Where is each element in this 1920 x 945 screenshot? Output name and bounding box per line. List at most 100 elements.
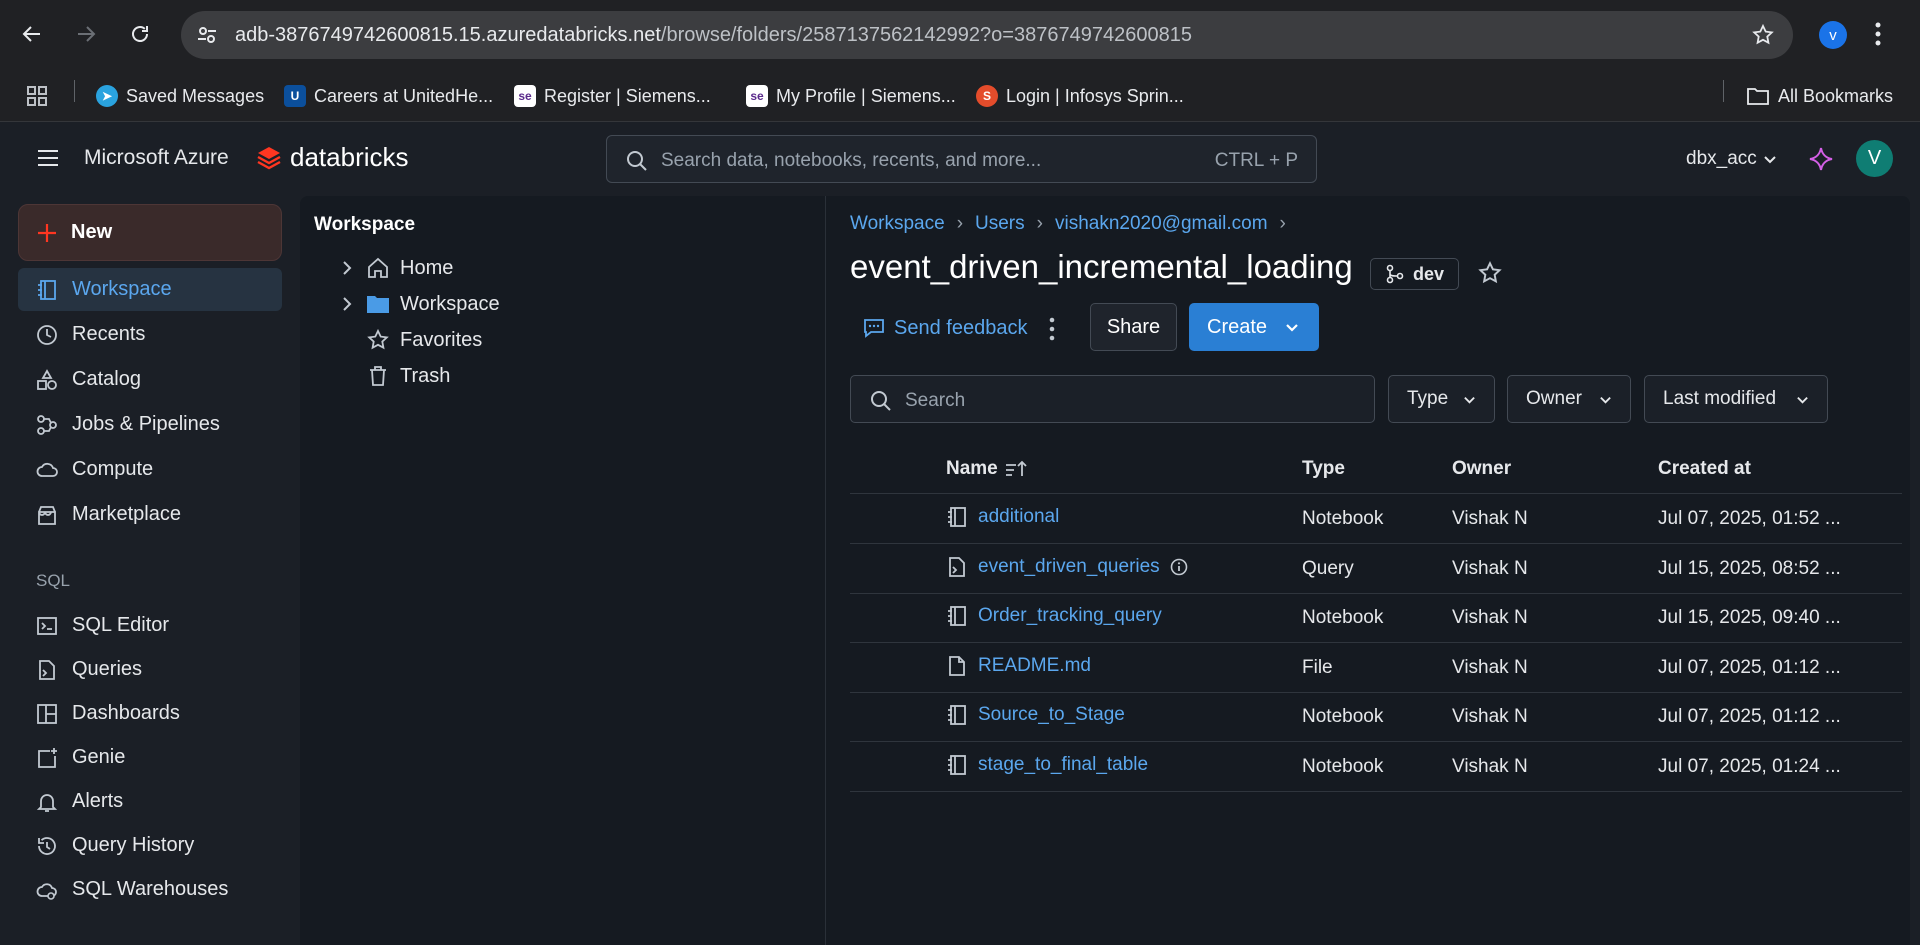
last-modified-dropdown[interactable]: Last modified (1644, 375, 1828, 423)
browser-toolbar: adb-3876749742600815.15.azuredatabricks.… (0, 0, 1920, 70)
tree-item-favorites[interactable]: Favorites (338, 324, 482, 356)
notebook-icon (946, 704, 968, 726)
sidebar-item-sql-warehouses[interactable]: SQL Warehouses (18, 868, 282, 911)
table-row[interactable]: Source_to_Stage Notebook Vishak N Jul 07, 2… (850, 692, 1902, 742)
column-created-at[interactable]: Created at (1658, 458, 1751, 480)
global-search-input[interactable]: Search data, notebooks, recents, and mor… (606, 135, 1317, 183)
share-button[interactable]: Share (1090, 303, 1177, 351)
git-branch-button[interactable]: dev (1370, 258, 1460, 290)
all-bookmarks-button[interactable]: All Bookmarks (1746, 80, 1893, 112)
reload-button[interactable] (124, 18, 156, 50)
more-options-icon[interactable] (1048, 316, 1056, 342)
bookmark-infosys[interactable]: S Login | Infosys Sprin... (976, 80, 1184, 112)
chevron-down-icon (1600, 396, 1611, 404)
user-avatar[interactable]: V (1856, 140, 1893, 177)
sidebar-item-recents[interactable]: Recents (18, 313, 282, 356)
forward-button[interactable] (70, 18, 102, 50)
plus-icon (38, 223, 56, 242)
table-row[interactable]: event_driven_queries Query Vishak N Jul 15,… (850, 544, 1902, 594)
breadcrumb-workspace[interactable]: Workspace (850, 213, 945, 235)
table-row[interactable]: stage_to_final_table Notebook Vishak N Jul … (850, 742, 1902, 792)
item-created-cell: Jul 07, 2025, 01:52 ... (1658, 508, 1841, 529)
breadcrumb-user-folder[interactable]: vishakn2020@gmail.com (1055, 213, 1268, 235)
tree-item-home[interactable]: Home (338, 252, 453, 284)
item-link[interactable]: Source_to_Stage (978, 704, 1125, 726)
table-row[interactable]: README.md File Vishak N Jul 07, 2025, 01:12… (850, 643, 1902, 693)
item-created-cell: Jul 15, 2025, 08:52 ... (1658, 557, 1841, 579)
column-owner[interactable]: Owner (1452, 458, 1511, 480)
address-bar[interactable]: adb-3876749742600815.15.azuredatabricks.… (181, 11, 1793, 59)
chevron-down-icon (1286, 324, 1298, 332)
folder-search-input[interactable]: Search (850, 375, 1375, 423)
item-link[interactable]: event_driven_queries (978, 556, 1160, 578)
search-icon (625, 149, 649, 173)
assistant-sparkle-icon[interactable] (1808, 146, 1834, 172)
infosys-icon: S (976, 85, 998, 107)
sidebar-item-catalog[interactable]: Catalog (18, 358, 282, 401)
bookmark-siemens-profile[interactable]: se My Profile | Siemens... (746, 80, 956, 112)
back-button[interactable] (16, 18, 48, 50)
item-owner-cell: Vishak N (1452, 508, 1528, 529)
dashboard-icon (37, 703, 57, 724)
tree-item-workspace[interactable]: Workspace (338, 288, 500, 320)
column-type[interactable]: Type (1302, 458, 1345, 480)
reload-icon (132, 26, 148, 42)
browser-menu-icon[interactable] (1874, 20, 1882, 48)
item-created-cell: Jul 07, 2025, 01:12 ... (1658, 656, 1841, 678)
sidebar-item-workspace[interactable]: Workspace (18, 268, 282, 311)
favorite-star-icon[interactable] (1477, 260, 1503, 286)
breadcrumb-separator: › (1279, 213, 1286, 234)
tree-item-trash[interactable]: Trash (338, 360, 450, 392)
new-button[interactable]: New (18, 204, 282, 261)
store-icon (38, 505, 56, 525)
table-row[interactable]: Order_tracking_query Notebook Vishak N Jul … (850, 593, 1902, 643)
sort-ascending-icon[interactable] (1004, 459, 1028, 479)
sidebar-item-queries[interactable]: Queries (18, 648, 282, 691)
item-type-cell: Notebook (1302, 706, 1384, 727)
brand-microsoft-azure[interactable]: Microsoft Azure (84, 146, 229, 170)
sidebar-item-sql-editor[interactable]: SQL Editor (18, 604, 282, 647)
info-icon[interactable] (1170, 558, 1188, 576)
create-button[interactable]: Create (1189, 303, 1319, 351)
item-type-cell: Query (1302, 557, 1354, 579)
databricks-logo[interactable]: databricks (256, 142, 409, 173)
bookmark-unitedhealth[interactable]: U Careers at UnitedHe... (284, 80, 493, 112)
browser-profile-avatar[interactable]: v (1819, 21, 1847, 49)
sidebar-item-query-history[interactable]: Query History (18, 824, 282, 867)
chevron-down-icon (1797, 396, 1808, 404)
item-owner-cell: Vishak N (1452, 656, 1528, 678)
owner-filter-dropdown[interactable]: Owner (1507, 375, 1631, 423)
apps-button[interactable] (26, 80, 48, 112)
item-link[interactable]: README.md (978, 655, 1091, 677)
sidebar-item-marketplace[interactable]: Marketplace (18, 493, 282, 536)
send-feedback-link[interactable]: Send feedback (862, 316, 1027, 340)
menu-icon[interactable] (36, 148, 60, 168)
item-owner-cell: Vishak N (1452, 755, 1528, 777)
column-name[interactable]: Name (946, 458, 1028, 480)
workspace-icon (38, 279, 56, 300)
item-type-cell: Notebook (1302, 755, 1384, 777)
chevron-right-icon[interactable] (338, 259, 356, 277)
item-link[interactable]: stage_to_final_table (978, 754, 1148, 776)
item-created-cell: Jul 07, 2025, 01:24 ... (1658, 755, 1841, 777)
sidebar-item-alerts[interactable]: Alerts (18, 780, 282, 823)
sidebar-item-jobs[interactable]: Jobs & Pipelines (18, 403, 282, 446)
folder-icon (367, 296, 389, 313)
item-link[interactable]: additional (978, 506, 1059, 528)
table-row[interactable]: additional Notebook Vishak N Jul 07, 2025, … (850, 494, 1902, 544)
bookmark-star-icon[interactable] (1751, 23, 1775, 47)
bookmark-saved-messages[interactable]: ➤ Saved Messages (96, 80, 264, 112)
sidebar-item-dashboards[interactable]: Dashboards (18, 692, 282, 735)
notebook-icon (946, 506, 968, 528)
workspace-switcher[interactable]: dbx_acc (1686, 148, 1777, 170)
sidebar-item-genie[interactable]: Genie (18, 736, 282, 779)
breadcrumb-users[interactable]: Users (975, 213, 1025, 235)
site-settings-icon[interactable] (195, 23, 219, 47)
chevron-right-icon[interactable] (338, 295, 356, 313)
arrow-left-icon (22, 26, 40, 42)
sidebar-item-compute[interactable]: Compute (18, 448, 282, 491)
main-panel: Workspace Home Workspace Favorites Trash… (300, 196, 1910, 945)
type-filter-dropdown[interactable]: Type (1388, 375, 1495, 423)
bookmark-siemens-register[interactable]: se Register | Siemens... (514, 80, 711, 112)
item-link[interactable]: Order_tracking_query (978, 605, 1162, 627)
